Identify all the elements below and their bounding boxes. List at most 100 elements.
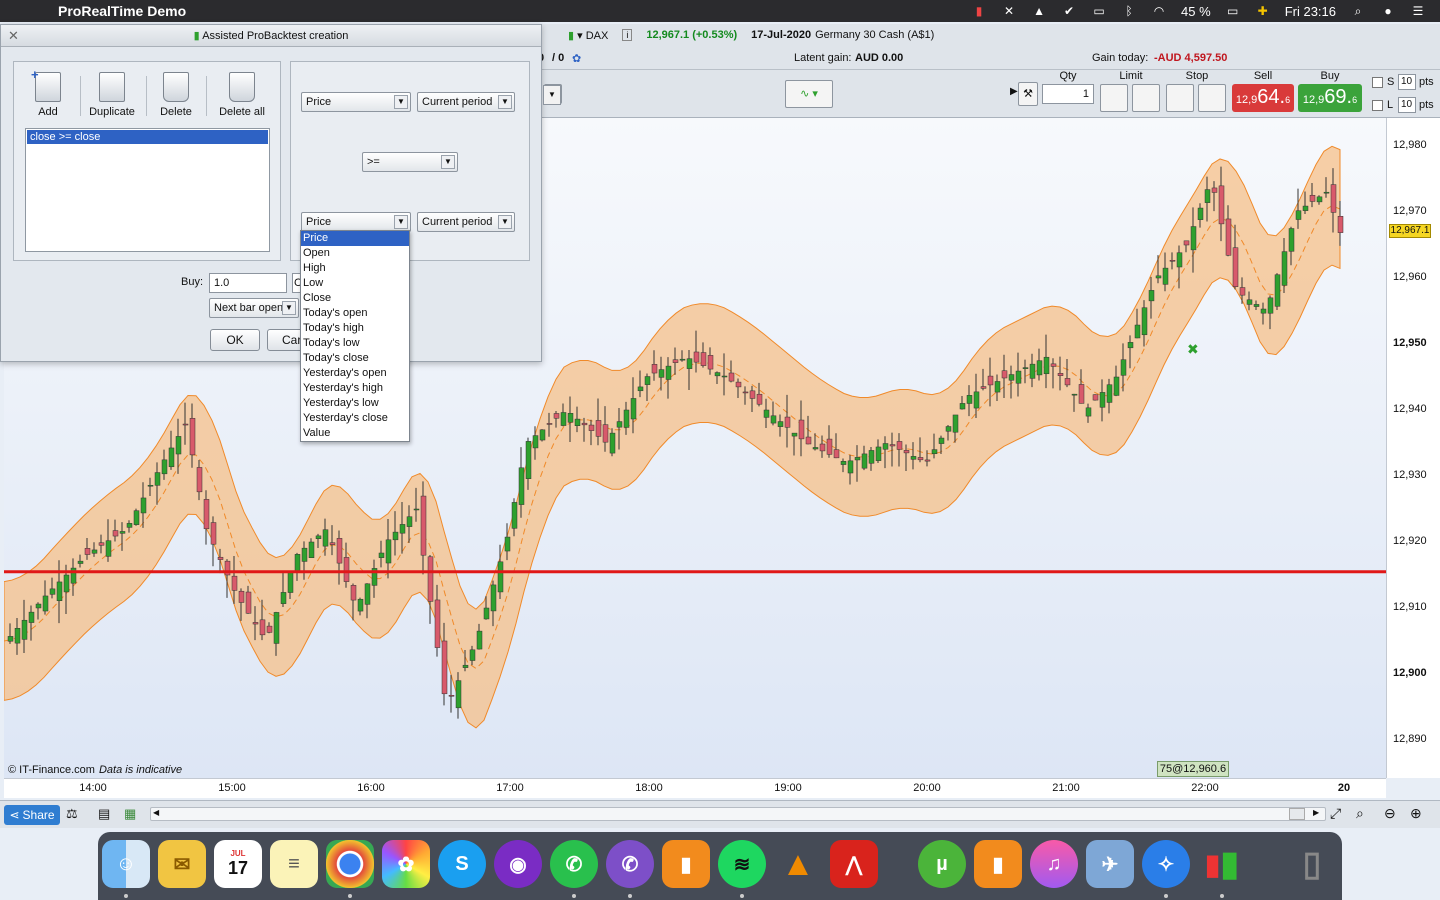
buy-button[interactable]: 12,9 69. 6 <box>1298 84 1362 112</box>
indicators-icon[interactable]: ⚖ <box>66 806 78 822</box>
clock[interactable]: Fri 23:16 <box>1285 4 1336 19</box>
notification-center-icon[interactable]: ☰ <box>1410 4 1426 18</box>
qty-input[interactable]: 1 <box>1042 84 1094 104</box>
candles-status-icon[interactable]: ▮ <box>971 4 987 18</box>
operand-dropdown-list[interactable]: Price Open High Low Close Today's open Today's… <box>300 230 410 442</box>
zoom-in-icon[interactable]: ⊕ <box>1410 805 1422 822</box>
utorrent-icon[interactable]: µ <box>918 840 966 888</box>
add-button[interactable]: + Add <box>20 67 76 120</box>
acrobat-icon[interactable]: ⋀ <box>830 840 878 888</box>
indicator-menu-button[interactable]: ∿ ▾ <box>785 80 833 108</box>
scroll-left-icon[interactable]: ◀ <box>153 808 159 817</box>
time-axis[interactable]: 14:00 15:00 16:00 17:00 18:00 19:00 20:00 21:00… <box>4 778 1386 798</box>
right-period-select[interactable]: Current period ▼ <box>417 212 515 232</box>
cancel-button[interactable]: Car <box>267 329 303 351</box>
battery-percent[interactable]: 45 % <box>1181 4 1211 19</box>
buy-quantity-input[interactable]: 1.0 <box>209 273 287 293</box>
preview-icon[interactable]: ✈ <box>1086 840 1134 888</box>
siri-icon[interactable]: ● <box>1380 4 1396 18</box>
check-status-icon[interactable]: ✔ <box>1061 4 1077 18</box>
app-name[interactable]: ProRealTime Demo <box>58 3 186 19</box>
bluetooth-icon[interactable]: ᛒ <box>1121 4 1137 18</box>
sell-button[interactable]: 12,9 64. 6 <box>1232 84 1294 112</box>
notefile-icon[interactable]: ✉ <box>158 840 206 888</box>
chrome-icon[interactable] <box>326 840 374 888</box>
settings-icon[interactable]: ✿ <box>572 52 581 65</box>
signal-marker-icon[interactable]: ✖ <box>1187 342 1199 358</box>
dropdown-option[interactable]: Open <box>301 246 409 261</box>
instrument-selector[interactable]: ▮ ▾ DAX <box>568 29 608 42</box>
photos-icon[interactable]: ✿ <box>382 840 430 888</box>
duplicate-button[interactable]: Duplicate <box>84 72 140 120</box>
scroll-right-icon[interactable]: ▶ <box>1313 808 1319 817</box>
dropdown-option[interactable]: Today's open <box>301 306 409 321</box>
grid-icon[interactable]: ▦ <box>124 806 136 822</box>
dropdown-option[interactable]: Value <box>301 426 409 441</box>
spotify-icon[interactable]: ≋ <box>718 840 766 888</box>
close-icon[interactable]: ✕ <box>8 25 19 47</box>
dropdown-option[interactable]: Low <box>301 276 409 291</box>
share-button[interactable]: ⋖ Share <box>4 805 60 825</box>
books-icon[interactable]: ▮ <box>974 840 1022 888</box>
dropdown-option[interactable]: Price <box>301 231 409 246</box>
left-period-select[interactable]: Current period ▼ <box>417 92 515 112</box>
spotlight-search-icon[interactable]: ⌕ <box>1350 4 1366 18</box>
dropdown-option[interactable]: Close <box>301 291 409 306</box>
tools-status-icon[interactable]: ✕ <box>1001 4 1017 18</box>
delete-button[interactable]: Delete <box>148 72 204 120</box>
condition-list[interactable]: close >= close <box>25 128 270 252</box>
print-icon[interactable]: ▤ <box>98 806 110 822</box>
vlc-status-icon[interactable]: ▲ <box>1031 4 1047 18</box>
wifi-icon[interactable]: ◠ <box>1151 4 1167 18</box>
horizontal-scrollbar[interactable]: ◀ ▶ <box>150 807 1326 821</box>
chevron-down-icon[interactable]: ▼ <box>543 85 561 105</box>
expand-arrow-icon[interactable]: ▶ <box>1010 86 1018 97</box>
calendar-icon[interactable]: JUL 17 <box>214 840 262 888</box>
wrench-button[interactable]: ⚒ <box>1018 82 1038 106</box>
price-axis[interactable]: 12,980 12,970 12,960 12,950 12,940 12,930 12,9… <box>1386 118 1440 778</box>
podcasts-icon[interactable]: ◉ <box>494 840 542 888</box>
prorealtime-icon[interactable]: ▮ ▮ <box>1198 840 1246 888</box>
airplay-icon[interactable]: ▭ <box>1091 4 1107 18</box>
viber-icon[interactable]: ✆ <box>606 840 654 888</box>
stop-buy-button[interactable] <box>1166 84 1194 112</box>
zoom-fit-icon[interactable]: ⌕ <box>1356 805 1364 822</box>
finder-icon[interactable]: ☺ <box>102 840 150 888</box>
limit-points-input[interactable]: 10 <box>1398 97 1416 113</box>
dialog-title-bar[interactable]: ✕ ▮ Assisted ProBacktest creation <box>1 25 541 47</box>
flag-icon[interactable]: ✚ <box>1255 4 1271 18</box>
limit-buy-button[interactable] <box>1100 84 1128 112</box>
operator-select[interactable]: >= ▼ <box>362 152 458 172</box>
dropdown-option[interactable]: Today's low <box>301 336 409 351</box>
safari-icon[interactable]: ✧ <box>1142 840 1190 888</box>
stop-sell-button[interactable] <box>1198 84 1226 112</box>
battery-icon[interactable]: ▭ <box>1225 4 1241 18</box>
ibooks-icon[interactable]: ▮ <box>662 840 710 888</box>
dropdown-option[interactable]: Yesterday's open <box>301 366 409 381</box>
limit-checkbox[interactable] <box>1372 100 1383 111</box>
list-item[interactable]: close >= close <box>27 130 268 144</box>
dropdown-option[interactable]: Today's close <box>301 351 409 366</box>
stop-points-input[interactable]: 10 <box>1398 74 1416 90</box>
whatsapp-icon[interactable]: ✆ <box>550 840 598 888</box>
info-icon[interactable]: i <box>622 29 633 41</box>
dropdown-option[interactable]: Yesterday's high <box>301 381 409 396</box>
dropdown-option[interactable]: Yesterday's close <box>301 411 409 426</box>
left-operand-select[interactable]: Price ▼ <box>301 92 411 112</box>
delete-all-button[interactable]: Delete all <box>212 72 272 120</box>
dropdown-option[interactable]: Yesterday's low <box>301 396 409 411</box>
vlc-icon[interactable]: ▲ <box>774 840 822 888</box>
trash-icon[interactable]: ▯ <box>1288 840 1336 888</box>
notes-icon[interactable]: ≡ <box>270 840 318 888</box>
dropdown-option[interactable]: High <box>301 261 409 276</box>
ok-button[interactable]: OK <box>210 329 260 351</box>
stop-checkbox[interactable] <box>1372 77 1383 88</box>
itunes-icon[interactable]: ♫ <box>1030 840 1078 888</box>
scroll-thumb[interactable] <box>1289 808 1305 820</box>
skype-icon[interactable]: S <box>438 840 486 888</box>
dropdown-option[interactable]: Today's high <box>301 321 409 336</box>
auto-scale-icon[interactable]: ⤢ <box>1330 805 1341 822</box>
limit-sell-button[interactable] <box>1132 84 1160 112</box>
right-operand-select[interactable]: Price ▼ <box>301 212 411 232</box>
order-type-select[interactable]: Next bar open ▼ <box>209 298 299 318</box>
